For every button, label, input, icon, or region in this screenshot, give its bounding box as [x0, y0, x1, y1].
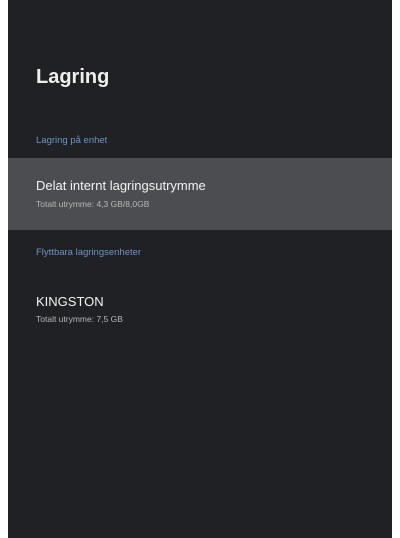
tv-settings-screen: Lagring Lagring på enhet Delat internt l…	[8, 0, 392, 538]
storage-item-usage: Totalt utrymme: 7,5 GB	[36, 314, 123, 324]
section-header-removable-storage: Flyttbara lagringsenheter	[36, 247, 142, 258]
kingston-usb-drive-item[interactable]: KINGSTON Totalt utrymme: 7,5 GB	[8, 286, 392, 342]
section-header-device-storage: Lagring på enhet	[36, 135, 108, 146]
storage-item-title: KINGSTON	[36, 294, 104, 309]
storage-item-usage: Totalt utrymme: 4,3 GB/8,0GB	[36, 199, 150, 209]
page-title: Lagring	[36, 66, 110, 88]
shared-internal-storage-item[interactable]: Delat internt lagringsutrymme Totalt utr…	[8, 158, 392, 230]
storage-item-title: Delat internt lagringsutrymme	[36, 178, 206, 193]
